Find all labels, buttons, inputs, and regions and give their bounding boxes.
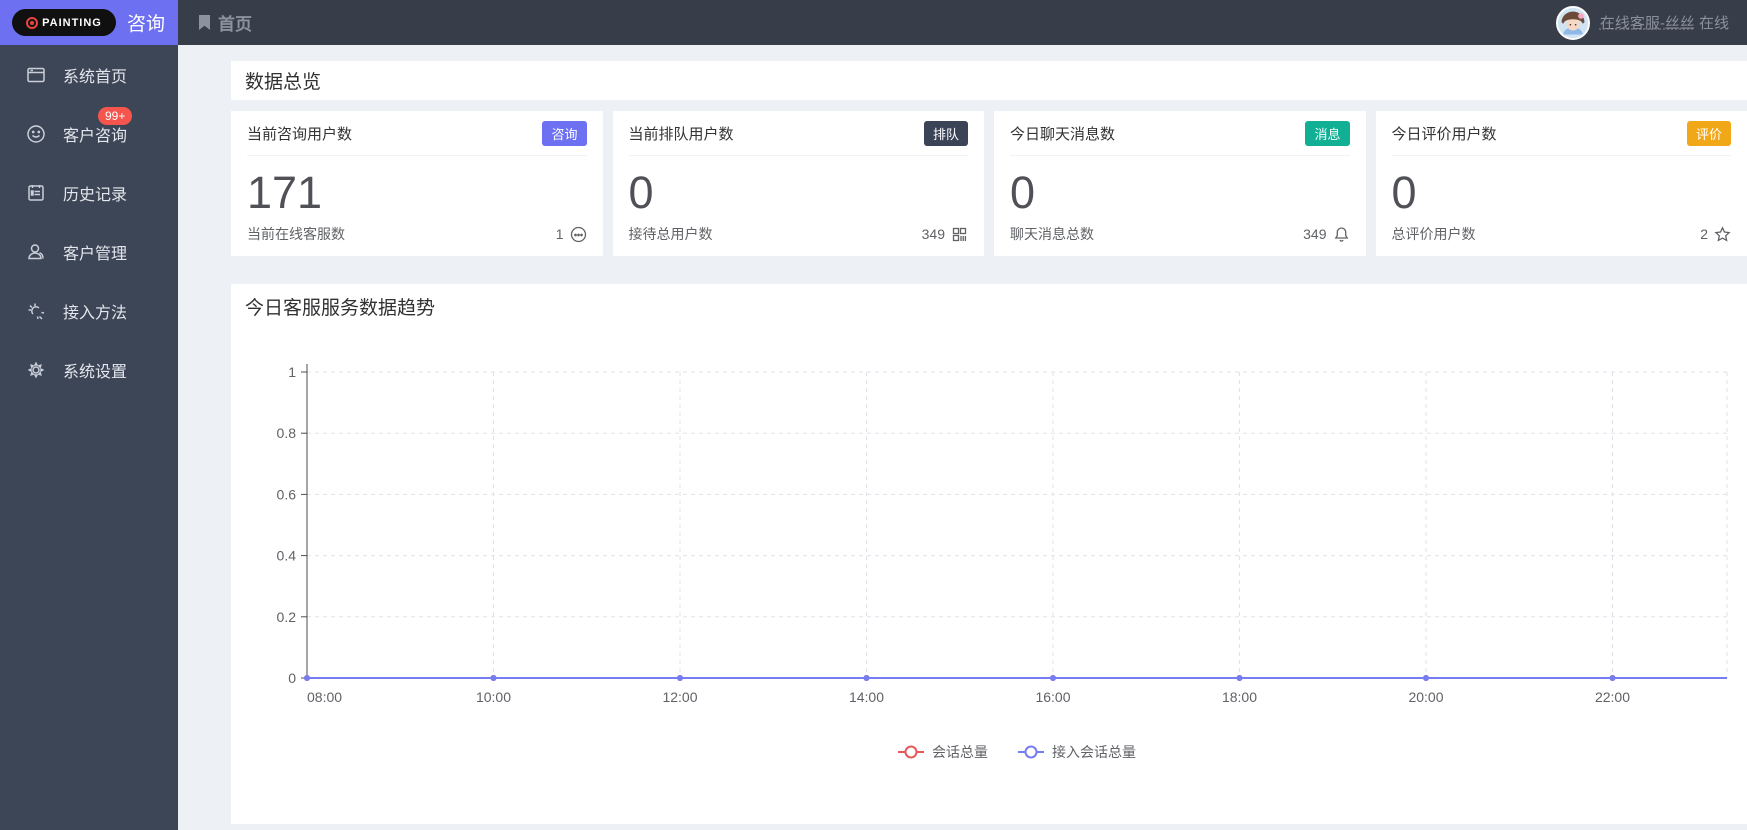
legend-label: 会话总量: [932, 744, 988, 760]
x-tick-label: 20:00: [1408, 689, 1443, 705]
y-tick-label: 1: [288, 364, 296, 380]
card-footer-label: 总评价用户数: [1391, 226, 1476, 242]
y-tick-label: 0.8: [277, 425, 297, 441]
card-footer-value: 2: [1700, 226, 1708, 242]
y-tick-label: 0.2: [277, 609, 297, 625]
x-tick-label: 22:00: [1595, 689, 1630, 705]
card-value: 171: [247, 167, 323, 218]
logo-mark-icon: [26, 16, 39, 29]
face-icon: [570, 226, 586, 242]
card-footer-label: 当前在线客服数: [247, 226, 345, 242]
chart-legend: 会话总量 接入会话总量: [898, 744, 1136, 760]
series-line-1: [304, 675, 1727, 681]
user-menu[interactable]: 在线客服-丝丝 在线: [1555, 5, 1729, 40]
card-badge: 评价: [1686, 120, 1731, 146]
chart-grid: [307, 371, 1728, 678]
sidebar-item-label: 系统首页: [63, 68, 128, 86]
bell-icon: [1334, 226, 1348, 242]
y-tick-label: 0.4: [277, 548, 297, 564]
sidebar-menu: 系统首页 客户咨询 99+ 历史记录 客户管理 接入方法 系统设置: [0, 45, 178, 399]
card-value: 0: [1010, 167, 1036, 218]
sidebar-item-label: 接入方法: [63, 304, 128, 322]
sidebar-item-label: 系统设置: [63, 363, 128, 381]
y-tick-label: 0.6: [277, 486, 297, 502]
gear-icon: [27, 361, 45, 378]
x-tick-label: 16:00: [1035, 689, 1070, 705]
sidebar-item-label: 历史记录: [63, 186, 128, 204]
stat-card-messages: 今日聊天消息数 消息 0 聊天消息总数 349: [994, 111, 1366, 256]
trend-panel: 今日客服服务数据趋势 0 0.2 0.4 0.6 0.8 1 08:00 10:00 12:00…: [231, 284, 1747, 824]
main-content: 数据总览 当前咨询用户数 咨询 171 当前在线客服数 1 当前排队用户数 排队…: [178, 45, 1747, 830]
sidebar: PAINTING 咨询 系统首页 客户咨询 99+ 历史记录 客户管理 接入方法…: [0, 0, 178, 830]
card-footer-value: 349: [1303, 226, 1327, 242]
smiley-icon: [27, 124, 45, 143]
legend-item[interactable]: 会话总量: [898, 744, 988, 760]
x-tick-label: 08:00: [307, 689, 342, 705]
y-axis: 0 0.2 0.4 0.6 0.8 1: [277, 364, 308, 686]
unread-count-badge: 99+: [98, 107, 133, 125]
grid-icon: [952, 227, 967, 241]
trend-chart-svg: 0 0.2 0.4 0.6 0.8 1 08:00 10:00 12:00 14:00 16:00 1…: [277, 364, 1728, 760]
stat-card-queue: 当前排队用户数 排队 0 接待总用户数 349: [612, 111, 984, 256]
card-badge: 咨询: [542, 120, 587, 146]
bookmark-icon: [199, 14, 210, 30]
x-tick-label: 12:00: [662, 689, 697, 705]
sidebar-item-label: 客户管理: [63, 245, 128, 263]
card-footer-label: 接待总用户数: [628, 226, 713, 242]
sidebar-item-settings[interactable]: 系统设置: [0, 340, 178, 399]
spark-icon: [28, 303, 45, 320]
overview-title: 数据总览: [245, 72, 322, 93]
overview-header: 数据总览: [231, 61, 1747, 100]
card-footer-value: 349: [921, 226, 945, 242]
sidebar-item-home[interactable]: 系统首页: [0, 45, 178, 104]
x-tick-label: 14:00: [849, 689, 884, 705]
x-tick-label: 10:00: [476, 689, 511, 705]
window-icon: [27, 67, 45, 82]
avatar: [1555, 5, 1590, 40]
topbar: 首页 在线客服-丝丝 在线: [178, 0, 1747, 45]
y-tick-label: 0: [288, 670, 296, 686]
legend-item[interactable]: 接入会话总量: [1018, 744, 1136, 760]
sidebar-item-access[interactable]: 接入方法: [0, 281, 178, 340]
card-value: 0: [628, 167, 654, 218]
card-title: 今日聊天消息数: [1010, 125, 1116, 143]
sidebar-item-label: 客户咨询: [63, 127, 128, 145]
card-title: 当前排队用户数: [628, 125, 734, 143]
brand-logo[interactable]: PAINTING: [12, 9, 116, 36]
logo-text: PAINTING: [42, 16, 102, 29]
brand-product-label: 咨询: [127, 14, 166, 35]
card-footer-value: 1: [555, 226, 564, 242]
x-tick-label: 18:00: [1222, 689, 1257, 705]
user-name: 在线客服-丝丝: [1599, 15, 1695, 32]
stat-card-consulting: 当前咨询用户数 咨询 171 当前在线客服数 1: [231, 111, 603, 256]
tab-home-label: 首页: [218, 15, 252, 34]
stat-card-ratings: 今日评价用户数 评价 0 总评价用户数 2: [1375, 111, 1747, 256]
user-state: 在线: [1698, 15, 1729, 32]
card-badge: 排队: [923, 120, 968, 146]
legend-label: 接入会话总量: [1052, 744, 1136, 760]
notebook-icon: [28, 184, 44, 201]
sidebar-item-consult[interactable]: 客户咨询 99+: [0, 104, 178, 163]
x-axis: 08:00 10:00 12:00 14:00 16:00 18:00 20:00 22:00: [307, 689, 1630, 705]
tab-home[interactable]: 首页: [198, 10, 252, 35]
star-icon: [1714, 225, 1731, 242]
card-title: 今日评价用户数: [1391, 125, 1497, 143]
user-icon: [28, 243, 44, 259]
trend-title: 今日客服服务数据趋势: [245, 298, 436, 319]
card-badge: 消息: [1305, 120, 1350, 146]
card-title: 当前咨询用户数: [247, 125, 353, 143]
trend-chart: 0 0.2 0.4 0.6 0.8 1 08:00 10:00 12:00 14:00 16:00 1…: [243, 342, 1747, 827]
brand-header: PAINTING 咨询: [0, 0, 178, 45]
sidebar-item-history[interactable]: 历史记录: [0, 163, 178, 222]
card-value: 0: [1391, 167, 1417, 218]
stat-cards-row: 当前咨询用户数 咨询 171 当前在线客服数 1 当前排队用户数 排队 0 接待…: [231, 111, 1747, 256]
card-footer-label: 聊天消息总数: [1010, 226, 1094, 242]
user-status-text: 在线客服-丝丝 在线: [1600, 12, 1729, 33]
sidebar-item-customers[interactable]: 客户管理: [0, 222, 178, 281]
